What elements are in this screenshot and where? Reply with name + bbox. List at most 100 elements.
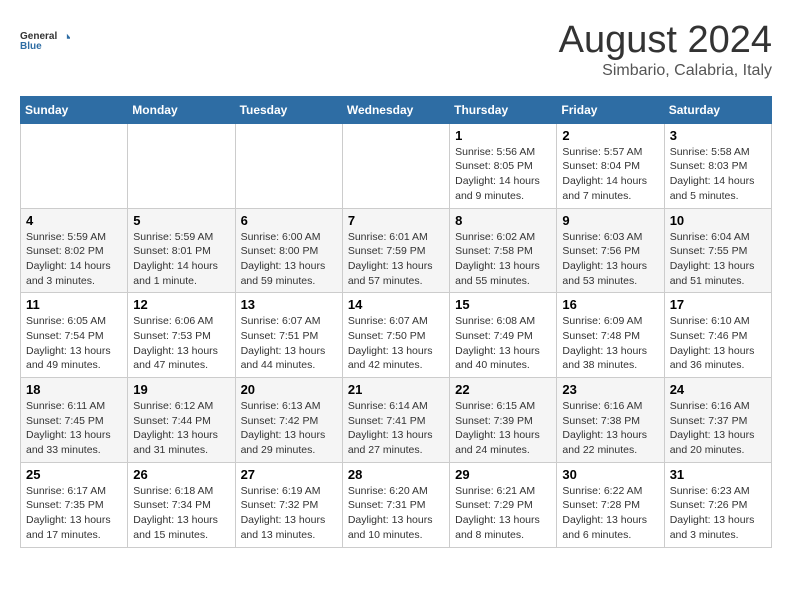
day-info: Sunrise: 5:59 AMSunset: 8:01 PMDaylight:… [133,231,218,287]
day-number: 8 [455,213,551,228]
calendar-cell: 6 Sunrise: 6:00 AMSunset: 8:00 PMDaylight… [235,208,342,293]
calendar-cell: 11Sunrise: 6:05 AMSunset: 7:54 PMDayligh… [21,293,128,378]
calendar-week-2: 4Sunrise: 5:59 AMSunset: 8:02 PMDaylight… [21,208,772,293]
header-tuesday: Tuesday [235,96,342,123]
day-number: 19 [133,382,229,397]
day-info: Sunrise: 6:09 AMSunset: 7:48 PMDaylight:… [562,315,647,371]
svg-text:General: General [20,31,57,42]
day-number: 21 [348,382,444,397]
calendar-table: Sunday Monday Tuesday Wednesday Thursday… [20,96,772,548]
calendar-cell: 25 Sunrise: 6:17 AMSunset: 7:35 PMDayligh… [21,462,128,547]
day-info: Sunrise: 5:57 AMSunset: 8:04 PMDaylight:… [562,146,647,202]
calendar-cell: 17 Sunrise: 6:10 AMSunset: 7:46 PMDayligh… [664,293,771,378]
day-number: 22 [455,382,551,397]
page-header: General Blue August 2024 Simbario, Calab… [20,20,772,80]
main-title: August 2024 [559,20,772,62]
calendar-cell: 26Sunrise: 6:18 AMSunset: 7:34 PMDayligh… [128,462,235,547]
day-info: Sunrise: 5:56 AMSunset: 8:05 PMDaylight:… [455,146,540,202]
day-number: 1 [455,128,551,143]
calendar-cell: 21Sunrise: 6:14 AMSunset: 7:41 PMDayligh… [342,378,449,463]
logo-svg: General Blue [20,20,70,60]
day-info: Sunrise: 6:04 AMSunset: 7:55 PMDaylight:… [670,231,755,287]
calendar-cell: 7Sunrise: 6:01 AMSunset: 7:59 PMDaylight… [342,208,449,293]
calendar-cell: 3 Sunrise: 5:58 AMSunset: 8:03 PMDaylight… [664,123,771,208]
day-info: Sunrise: 6:15 AMSunset: 7:39 PMDaylight:… [455,400,540,456]
day-info: Sunrise: 5:58 AMSunset: 8:03 PMDaylight:… [670,146,755,202]
calendar-cell: 19 Sunrise: 6:12 AMSunset: 7:44 PMDayligh… [128,378,235,463]
day-number: 16 [562,297,658,312]
svg-text:Blue: Blue [20,41,42,52]
day-info: Sunrise: 6:07 AMSunset: 7:51 PMDaylight:… [241,315,326,371]
calendar-cell: 9 Sunrise: 6:03 AMSunset: 7:56 PMDaylight… [557,208,664,293]
calendar-week-3: 11Sunrise: 6:05 AMSunset: 7:54 PMDayligh… [21,293,772,378]
day-number: 9 [562,213,658,228]
calendar-cell: 27 Sunrise: 6:19 AMSunset: 7:32 PMDayligh… [235,462,342,547]
day-number: 18 [26,382,122,397]
logo: General Blue [20,20,70,60]
day-info: Sunrise: 6:23 AMSunset: 7:26 PMDaylight:… [670,485,755,541]
day-number: 3 [670,128,766,143]
day-info: Sunrise: 6:21 AMSunset: 7:29 PMDaylight:… [455,485,540,541]
day-info: Sunrise: 6:07 AMSunset: 7:50 PMDaylight:… [348,315,433,371]
calendar-cell: 2 Sunrise: 5:57 AMSunset: 8:04 PMDaylight… [557,123,664,208]
day-number: 2 [562,128,658,143]
day-info: Sunrise: 6:19 AMSunset: 7:32 PMDaylight:… [241,485,326,541]
header-saturday: Saturday [664,96,771,123]
header-monday: Monday [128,96,235,123]
day-info: Sunrise: 5:59 AMSunset: 8:02 PMDaylight:… [26,231,111,287]
calendar-body: 1 Sunrise: 5:56 AMSunset: 8:05 PMDaylight… [21,123,772,547]
day-info: Sunrise: 6:12 AMSunset: 7:44 PMDaylight:… [133,400,218,456]
day-info: Sunrise: 6:13 AMSunset: 7:42 PMDaylight:… [241,400,326,456]
calendar-cell: 28Sunrise: 6:20 AMSunset: 7:31 PMDayligh… [342,462,449,547]
calendar-cell [21,123,128,208]
day-info: Sunrise: 6:16 AMSunset: 7:37 PMDaylight:… [670,400,755,456]
calendar-header: Sunday Monday Tuesday Wednesday Thursday… [21,96,772,123]
day-number: 17 [670,297,766,312]
day-number: 27 [241,467,337,482]
day-number: 25 [26,467,122,482]
day-number: 13 [241,297,337,312]
day-number: 30 [562,467,658,482]
calendar-cell: 1 Sunrise: 5:56 AMSunset: 8:05 PMDaylight… [450,123,557,208]
day-number: 6 [241,213,337,228]
header-wednesday: Wednesday [342,96,449,123]
calendar-week-1: 1 Sunrise: 5:56 AMSunset: 8:05 PMDaylight… [21,123,772,208]
day-info: Sunrise: 6:05 AMSunset: 7:54 PMDaylight:… [26,315,111,371]
day-number: 10 [670,213,766,228]
day-info: Sunrise: 6:11 AMSunset: 7:45 PMDaylight:… [26,400,111,456]
calendar-cell: 18 Sunrise: 6:11 AMSunset: 7:45 PMDayligh… [21,378,128,463]
day-number: 14 [348,297,444,312]
calendar-cell: 8 Sunrise: 6:02 AMSunset: 7:58 PMDaylight… [450,208,557,293]
day-info: Sunrise: 6:00 AMSunset: 8:00 PMDaylight:… [241,231,326,287]
day-number: 12 [133,297,229,312]
day-info: Sunrise: 6:03 AMSunset: 7:56 PMDaylight:… [562,231,647,287]
day-info: Sunrise: 6:02 AMSunset: 7:58 PMDaylight:… [455,231,540,287]
header-row: Sunday Monday Tuesday Wednesday Thursday… [21,96,772,123]
day-number: 31 [670,467,766,482]
day-info: Sunrise: 6:06 AMSunset: 7:53 PMDaylight:… [133,315,218,371]
calendar-cell: 16 Sunrise: 6:09 AMSunset: 7:48 PMDayligh… [557,293,664,378]
calendar-cell: 15Sunrise: 6:08 AMSunset: 7:49 PMDayligh… [450,293,557,378]
header-friday: Friday [557,96,664,123]
day-info: Sunrise: 6:08 AMSunset: 7:49 PMDaylight:… [455,315,540,371]
day-info: Sunrise: 6:10 AMSunset: 7:46 PMDaylight:… [670,315,755,371]
calendar-cell: 29Sunrise: 6:21 AMSunset: 7:29 PMDayligh… [450,462,557,547]
day-number: 26 [133,467,229,482]
calendar-cell: 14 Sunrise: 6:07 AMSunset: 7:50 PMDayligh… [342,293,449,378]
calendar-cell: 30 Sunrise: 6:22 AMSunset: 7:28 PMDayligh… [557,462,664,547]
day-info: Sunrise: 6:22 AMSunset: 7:28 PMDaylight:… [562,485,647,541]
calendar-cell: 22 Sunrise: 6:15 AMSunset: 7:39 PMDayligh… [450,378,557,463]
header-thursday: Thursday [450,96,557,123]
day-info: Sunrise: 6:17 AMSunset: 7:35 PMDaylight:… [26,485,111,541]
calendar-cell [235,123,342,208]
title-block: August 2024 Simbario, Calabria, Italy [559,20,772,80]
calendar-cell: 13 Sunrise: 6:07 AMSunset: 7:51 PMDayligh… [235,293,342,378]
day-info: Sunrise: 6:16 AMSunset: 7:38 PMDaylight:… [562,400,647,456]
calendar-cell: 4Sunrise: 5:59 AMSunset: 8:02 PMDaylight… [21,208,128,293]
day-number: 24 [670,382,766,397]
calendar-cell: 10 Sunrise: 6:04 AMSunset: 7:55 PMDayligh… [664,208,771,293]
header-sunday: Sunday [21,96,128,123]
calendar-cell [128,123,235,208]
calendar-cell [342,123,449,208]
calendar-week-5: 25 Sunrise: 6:17 AMSunset: 7:35 PMDayligh… [21,462,772,547]
